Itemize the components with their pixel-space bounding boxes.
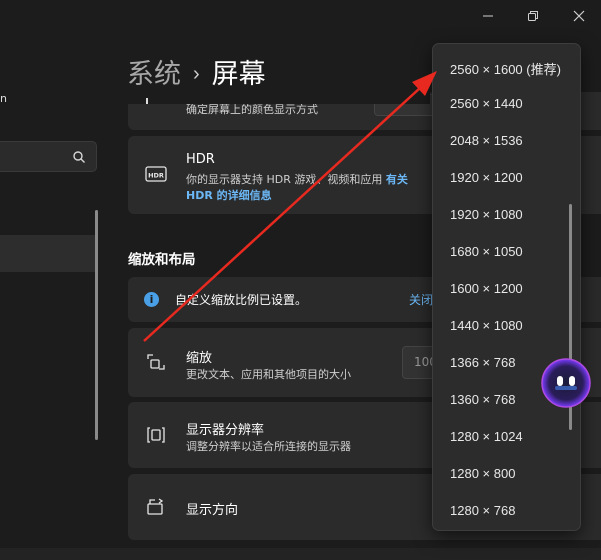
minimize-icon bbox=[483, 15, 493, 17]
resolution-dropdown-list[interactable]: 2560 × 1600 (推荐) 2560 × 1440 2048 × 1536… bbox=[432, 43, 581, 531]
breadcrumb-parent[interactable]: 系统 bbox=[127, 59, 181, 89]
resolution-option[interactable]: 1920 × 1200 bbox=[450, 170, 523, 185]
hdr-learn-more-link[interactable]: 有关 bbox=[386, 173, 408, 186]
nav-item-selected[interactable] bbox=[0, 235, 96, 272]
search-icon[interactable] bbox=[72, 150, 86, 164]
info-bar-text: 自定义缩放比例已设置。 bbox=[175, 293, 308, 307]
orientation-title: 显示方向 bbox=[186, 503, 239, 518]
nav-scrollbar[interactable] bbox=[95, 210, 98, 440]
hdr-icon: HDR bbox=[145, 166, 167, 182]
hdr-title: HDR bbox=[186, 152, 215, 167]
info-icon: i bbox=[144, 292, 159, 307]
resolution-option[interactable]: 1680 × 1050 bbox=[450, 244, 523, 259]
scale-subtitle: 更改文本、应用和其他项目的大小 bbox=[186, 368, 351, 381]
close-icon bbox=[573, 10, 585, 22]
minimize-button[interactable] bbox=[477, 6, 499, 26]
next-card-fragment bbox=[0, 548, 601, 560]
orientation-icon bbox=[147, 498, 164, 515]
svg-text:HDR: HDR bbox=[148, 172, 164, 180]
resolution-title: 显示器分辨率 bbox=[186, 423, 265, 438]
resolution-option[interactable]: 1440 × 1080 bbox=[450, 318, 523, 333]
resolution-option[interactable]: 1366 × 768 bbox=[450, 355, 515, 370]
resolution-option[interactable]: 1360 × 768 bbox=[450, 392, 515, 407]
hdr-subtitle-text: 你的显示器支持 HDR 游戏、视频和应用 bbox=[186, 173, 383, 186]
resolution-subtitle: 调整分辨率以适合所连接的显示器 bbox=[186, 440, 351, 453]
scale-icon bbox=[147, 354, 165, 370]
restore-button[interactable] bbox=[522, 6, 544, 26]
scale-title: 缩放 bbox=[186, 351, 213, 366]
chevron-right-icon: › bbox=[193, 63, 200, 85]
info-bar-close-link[interactable]: 关闭 bbox=[409, 291, 433, 308]
resolution-option[interactable]: 2048 × 1536 bbox=[450, 133, 523, 148]
resolution-option[interactable]: 1280 × 768 bbox=[450, 503, 515, 518]
page-title: 屏幕 bbox=[211, 59, 266, 89]
resolution-option[interactable]: 1600 × 1200 bbox=[450, 281, 523, 296]
hdr-details-link[interactable]: HDR 的详细信息 bbox=[186, 187, 272, 203]
nav-user-fragment: n bbox=[0, 92, 7, 105]
resolution-option[interactable]: 1280 × 800 bbox=[450, 466, 515, 481]
resolution-option[interactable]: 1280 × 1024 bbox=[450, 429, 523, 444]
restore-icon bbox=[528, 11, 538, 21]
hdr-subtitle: 你的显示器支持 HDR 游戏、视频和应用 有关 bbox=[186, 171, 408, 187]
assistant-bubble-icon[interactable] bbox=[541, 358, 591, 408]
chevron-fragment bbox=[146, 98, 154, 104]
breadcrumb: 系统 › 屏幕 bbox=[127, 56, 266, 92]
resolution-icon bbox=[147, 427, 165, 443]
section-title-scale-layout: 缩放和布局 bbox=[128, 252, 196, 268]
resolution-option[interactable]: 1920 × 1080 bbox=[450, 207, 523, 222]
resolution-option[interactable]: 2560 × 1440 bbox=[450, 96, 523, 111]
resolution-option[interactable]: 2560 × 1600 (推荐) bbox=[450, 59, 561, 78]
close-button[interactable] bbox=[568, 6, 590, 26]
